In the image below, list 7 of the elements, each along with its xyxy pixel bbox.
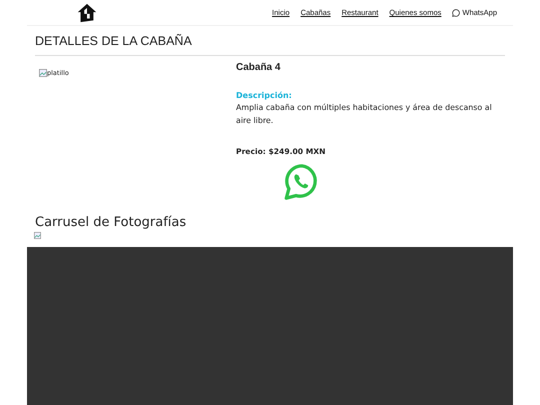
section-heading: Carrusel de Fotografías <box>35 215 188 230</box>
description-label: Descripción: <box>236 91 293 100</box>
house-icon[interactable] <box>76 2 98 24</box>
broken-image-icon <box>34 232 41 239</box>
whatsapp-icon[interactable] <box>452 8 460 16</box>
cabin-name: Cabaña 4 <box>236 62 282 73</box>
page-title: DETALLES DE LA CABAÑA <box>35 34 505 56</box>
